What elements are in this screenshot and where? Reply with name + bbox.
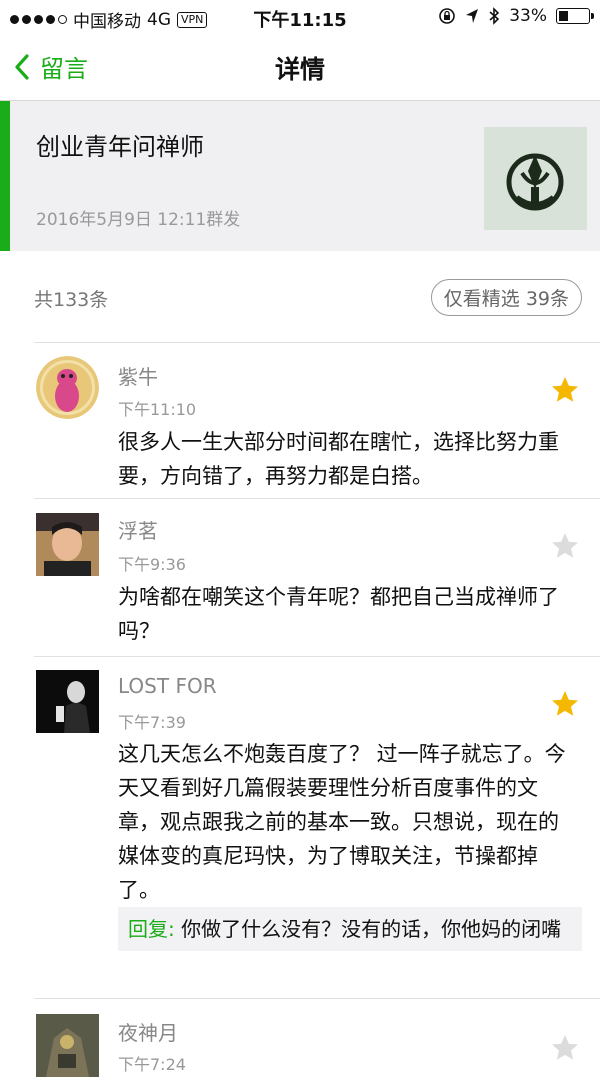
bluetooth-icon [489,7,500,25]
article-thumbnail [484,127,587,230]
comment-count: 共133条 [34,289,109,311]
comment-author[interactable]: 紫牛 [118,361,158,390]
star-icon[interactable] [550,1033,580,1063]
comment-author[interactable]: 夜神月 [118,1017,178,1046]
comment-text: 这几天怎么不炮轰百度了？ 过一阵子就忘了。今天又看到好几篇假装要理性分析百度事件… [118,742,566,902]
star-icon[interactable] [550,375,580,405]
reply-label: 回复: [128,917,175,941]
accent-bar [0,101,10,251]
comment-time: 下午7:39 [118,713,186,732]
battery-icon [556,8,594,24]
avatar[interactable] [36,513,99,576]
location-icon [466,9,479,23]
battery-percent: 33% [509,6,547,26]
comment-author[interactable]: LOST FOR [118,674,217,698]
comment-time: 下午9:36 [118,555,186,574]
comment-time: 下午11:10 [118,400,197,419]
comment-text: 很多人一生大部分时间都在瞎忙，选择比努力重要，方向错了，再努力都是白搭。 [118,430,559,488]
comment-author[interactable]: 浮茗 [118,515,158,544]
avatar[interactable] [36,1014,99,1077]
article-title: 创业青年问禅师 [36,133,204,161]
zen-logo-icon [506,153,564,211]
star-icon[interactable] [550,531,580,561]
comment-item: 夜神月 下午7:24 [0,999,600,1077]
comment-item: 紫牛 下午11:10 很多人一生大部分时间都在瞎忙，选择比努力重要，方向错了，再… [0,343,600,498]
comment-text: 为啥都在嘲笑这个青年呢？都把自己当成禅师了吗？ [118,585,559,643]
status-right: 33% [438,6,594,26]
page-title: 详情 [274,55,325,84]
article-card[interactable]: 创业青年问禅师 2016年5月9日 12:11群发 [0,101,600,251]
featured-filter-button[interactable]: 仅看精选 39条 [430,279,582,316]
orientation-lock-icon [439,8,456,24]
article-date: 2016年5月9日 12:11群发 [36,210,241,230]
author-reply: 回复: 你做了什么没有？没有的话，你他妈的闭嘴 [118,907,582,951]
reply-text: 你做了什么没有？没有的话，你他妈的闭嘴 [181,917,562,941]
avatar[interactable] [36,356,99,419]
comment-item: LOST FOR 下午7:39 这几天怎么不炮轰百度了？ 过一阵子就忘了。今天又… [0,657,600,998]
comment-item: 浮茗 下午9:36 为啥都在嘲笑这个青年呢？都把自己当成禅师了吗？ [0,499,600,656]
avatar[interactable] [36,670,99,733]
nav-bar: 留言 详情 [0,34,600,101]
star-icon[interactable] [550,689,580,719]
status-bar: 中国移动 4G VPN 下午11:15 33% [0,0,600,34]
comment-summary: 共133条 仅看精选 39条 [0,252,600,342]
comment-time: 下午7:24 [118,1055,186,1074]
